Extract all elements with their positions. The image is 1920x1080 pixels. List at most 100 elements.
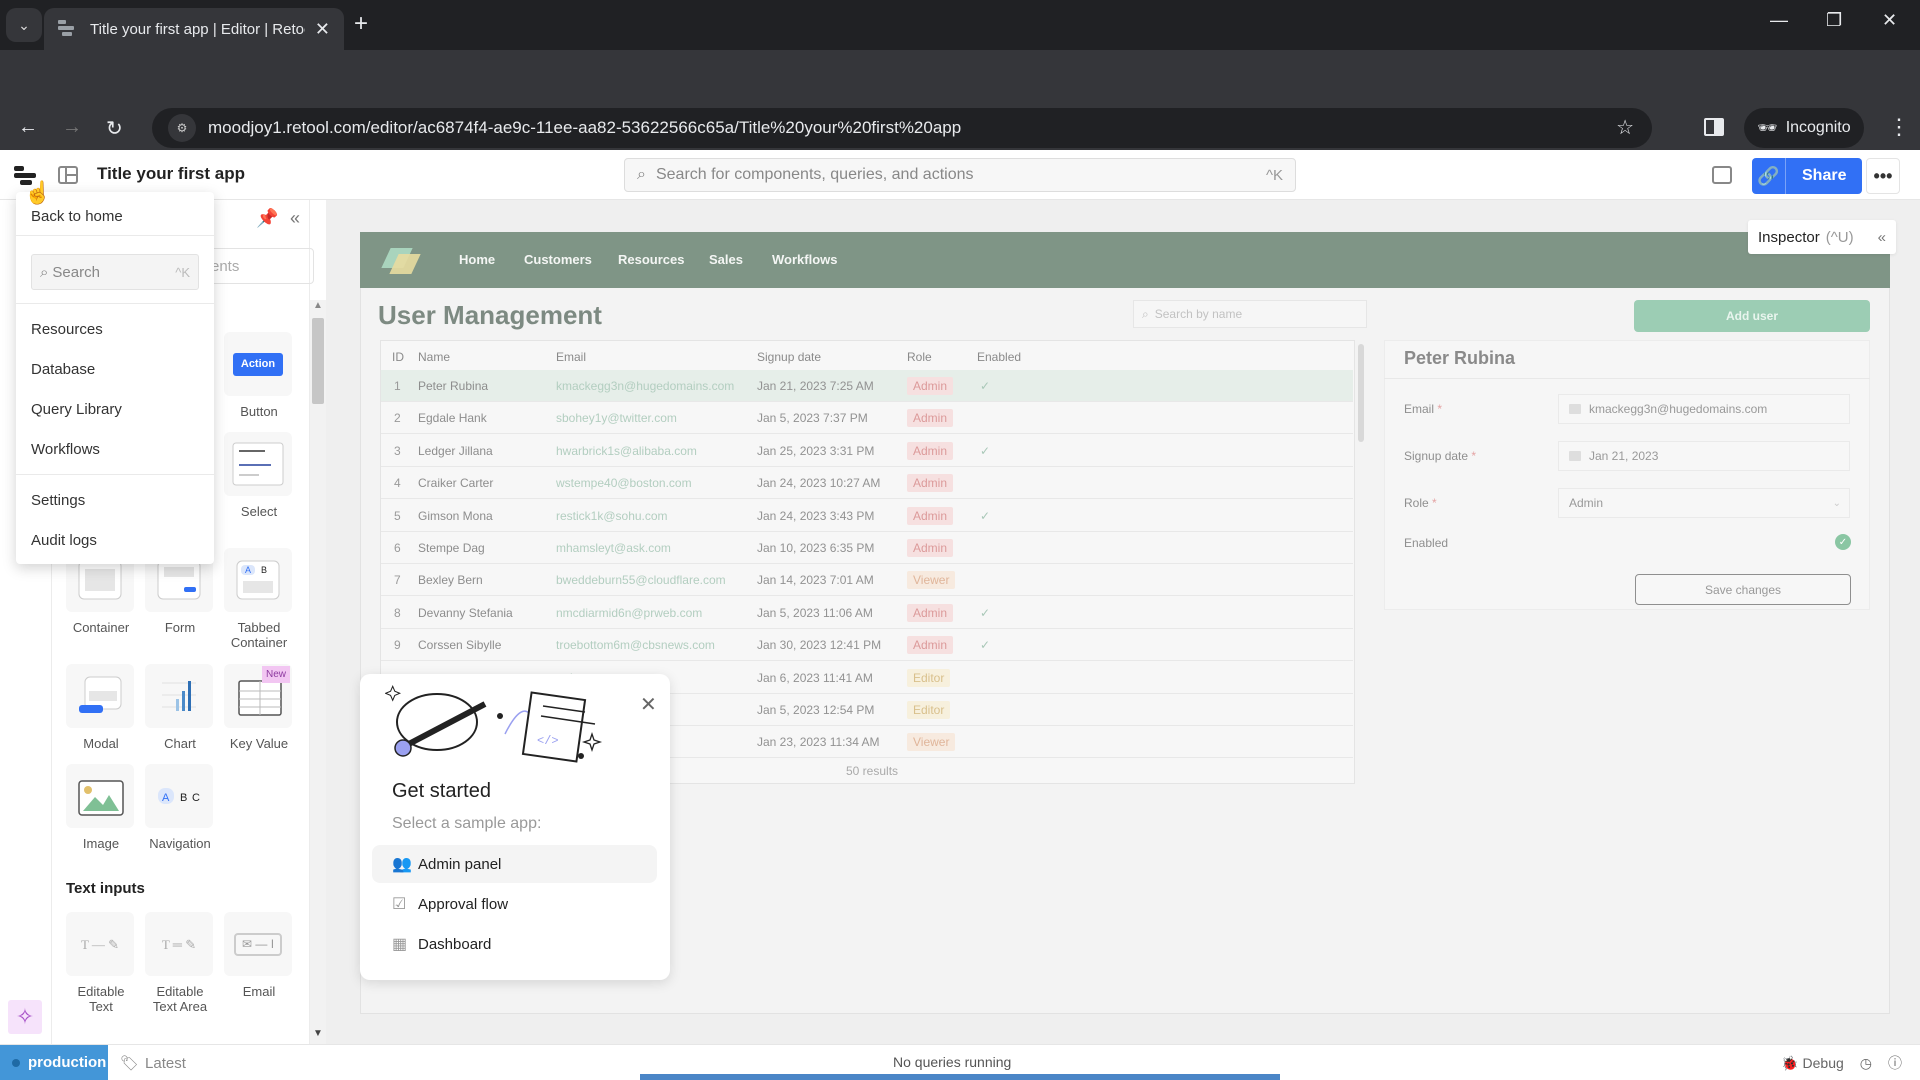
component-tile-key-value[interactable]: New Key Value — [224, 664, 294, 751]
minimize-icon[interactable]: — — [1770, 10, 1788, 31]
role-badge: Admin — [907, 539, 954, 557]
close-window-icon[interactable]: ✕ — [1882, 10, 1897, 31]
back-icon[interactable]: ← — [18, 116, 38, 139]
column-header-email[interactable]: Email — [556, 350, 586, 364]
email-value: kmackegg3n@hugedomains.com — [1589, 402, 1768, 416]
history-icon[interactable]: ◷ — [1860, 1055, 1872, 1072]
menu-item-workflows[interactable]: Workflows — [31, 441, 100, 458]
component-tile-button[interactable]: Action Button — [224, 332, 294, 419]
share-button[interactable]: Share — [1786, 158, 1862, 194]
column-header-role[interactable]: Role — [907, 350, 932, 364]
menu-item-query-library[interactable]: Query Library — [31, 401, 122, 418]
enabled-checkbox[interactable]: ✓ — [1835, 534, 1851, 550]
cell-email: bweddeburn55@cloudflare.com — [556, 573, 726, 588]
role-select[interactable]: Admin ⌄ — [1558, 488, 1850, 518]
incognito-badge[interactable]: 🕶 Incognito — [1744, 108, 1864, 148]
tab-search-button[interactable]: ⌄ — [6, 8, 42, 42]
component-tile-tabbed-container[interactable]: AB Tabbed Container — [224, 548, 294, 650]
copy-link-icon[interactable]: 🔗 — [1752, 158, 1786, 194]
column-header-enabled[interactable]: Enabled — [977, 350, 1021, 364]
menu-search-input[interactable]: ⌕ Search ^K — [31, 254, 199, 290]
menu-item-settings[interactable]: Settings — [31, 492, 85, 509]
sample-app-dashboard[interactable]: ▦ Dashboard — [372, 925, 657, 963]
component-tile-navigation[interactable]: ABC Navigation — [145, 764, 215, 851]
svg-text:B: B — [180, 792, 187, 804]
sample-app-approval-flow[interactable]: ☑ Approval flow — [372, 885, 657, 923]
bookmark-star-icon[interactable]: ☆ — [1616, 115, 1634, 140]
environment-selector[interactable]: production — [0, 1045, 108, 1080]
app-nav-customers[interactable]: Customers — [524, 252, 592, 267]
side-panel-icon[interactable] — [1704, 118, 1724, 136]
restore-icon[interactable]: ❐ — [1826, 10, 1842, 31]
more-options-button[interactable]: ••• — [1866, 158, 1900, 194]
table-scrollbar[interactable] — [1358, 344, 1364, 442]
component-tile-select[interactable]: Select — [224, 432, 294, 519]
cell-email: mhamsleyt@ask.com — [556, 541, 671, 555]
share-group: 🔗 Share — [1752, 158, 1863, 194]
component-tile-email[interactable]: ✉ — I Email — [224, 912, 294, 999]
help-icon[interactable]: ⓘ — [1888, 1053, 1902, 1073]
email-field[interactable]: kmackegg3n@hugedomains.com — [1558, 394, 1850, 424]
pin-icon[interactable]: 📌 — [256, 208, 278, 229]
save-changes-button[interactable]: Save changes — [1635, 574, 1851, 605]
app-title[interactable]: Title your first app — [97, 164, 245, 184]
collapse-inspector-icon[interactable]: « — [1878, 229, 1886, 246]
sample-app-admin-panel[interactable]: 👥 Admin panel — [372, 845, 657, 883]
toggle-panels-icon[interactable] — [58, 166, 78, 184]
scroll-down-icon[interactable]: ▼ — [313, 1028, 323, 1039]
component-tile-editable-text[interactable]: T — ✎ Editable Text — [66, 912, 136, 1014]
component-tile-modal[interactable]: Modal — [66, 664, 136, 751]
site-info-icon[interactable]: ⚙ — [168, 114, 196, 142]
address-bar[interactable]: ⚙ moodjoy1.retool.com/editor/ac6874f4-ae… — [152, 108, 1652, 148]
browser-tab[interactable]: Title your first app | Editor | Retool ✕ — [44, 8, 344, 50]
browser-menu-icon[interactable]: ⋮ — [1888, 114, 1910, 140]
close-tab-icon[interactable]: ✕ — [315, 19, 330, 40]
new-tab-button[interactable]: + — [354, 10, 368, 38]
version-selector[interactable]: 🏷 Latest — [120, 1054, 186, 1073]
forward-icon[interactable]: → — [62, 116, 82, 139]
debug-button[interactable]: 🐞 Debug — [1781, 1055, 1844, 1072]
menu-item-audit-logs[interactable]: Audit logs — [31, 532, 97, 549]
enabled-check-icon: ✓ — [980, 379, 991, 393]
footer-tools: 🐞 Debug ◷ ⓘ — [1781, 1053, 1902, 1073]
scroll-up-icon[interactable]: ▲ — [313, 300, 323, 311]
menu-divider — [16, 474, 214, 475]
role-badge: Admin — [907, 636, 954, 655]
cell-name: Ledger Jillana — [418, 443, 493, 458]
scrollbar-thumb[interactable] — [312, 318, 324, 404]
app-nav-resources[interactable]: Resources — [618, 252, 684, 267]
component-tile-chart[interactable]: Chart — [145, 664, 215, 751]
search-icon: ⌕ — [40, 263, 49, 281]
menu-item-database[interactable]: Database — [31, 361, 95, 378]
role-badge: Viewer — [907, 571, 956, 590]
enabled-check-icon: ✓ — [980, 508, 991, 523]
close-icon[interactable]: ✕ — [640, 692, 657, 717]
option-label: Approval flow — [418, 895, 509, 913]
role-badge: Viewer — [907, 733, 956, 752]
tile-label: Form — [164, 620, 196, 635]
column-header-id[interactable]: ID — [392, 350, 404, 364]
global-search-input[interactable]: ⌕ Search for components, queries, and ac… — [624, 158, 1296, 192]
text-inputs-heading: Text inputs — [66, 880, 145, 897]
collapse-panel-icon[interactable]: « — [290, 208, 300, 229]
menu-item-resources[interactable]: Resources — [31, 321, 103, 338]
add-user-button[interactable]: Add user — [1634, 300, 1870, 332]
component-panel-scrollbar[interactable] — [310, 300, 326, 1044]
inspector-toggle[interactable]: Inspector (^U) « — [1748, 220, 1896, 254]
ai-assist-icon[interactable]: ✧ — [8, 1000, 42, 1034]
search-by-name-input[interactable]: ⌕ Search by name — [1133, 300, 1367, 328]
role-badge: Admin — [907, 409, 954, 428]
app-nav-workflows[interactable]: Workflows — [772, 252, 838, 267]
signup-date-field[interactable]: Jan 21, 2023 — [1558, 441, 1850, 471]
column-header-signup-date[interactable]: Signup date — [757, 350, 821, 364]
app-nav-home[interactable]: Home — [459, 252, 495, 267]
menu-item-back-to-home[interactable]: Back to home — [31, 208, 123, 225]
component-tile-image[interactable]: Image — [66, 764, 136, 851]
column-header-name[interactable]: Name — [418, 350, 450, 364]
reload-icon[interactable]: ↻ — [106, 116, 123, 141]
menu-divider — [16, 235, 214, 236]
preview-icon[interactable] — [1712, 166, 1732, 184]
cell-email: nmcdiarmid6n@prweb.com — [556, 605, 703, 620]
app-nav-sales[interactable]: Sales — [709, 252, 743, 267]
component-tile-editable-text-area[interactable]: T ═ ✎ Editable Text Area — [145, 912, 215, 1014]
